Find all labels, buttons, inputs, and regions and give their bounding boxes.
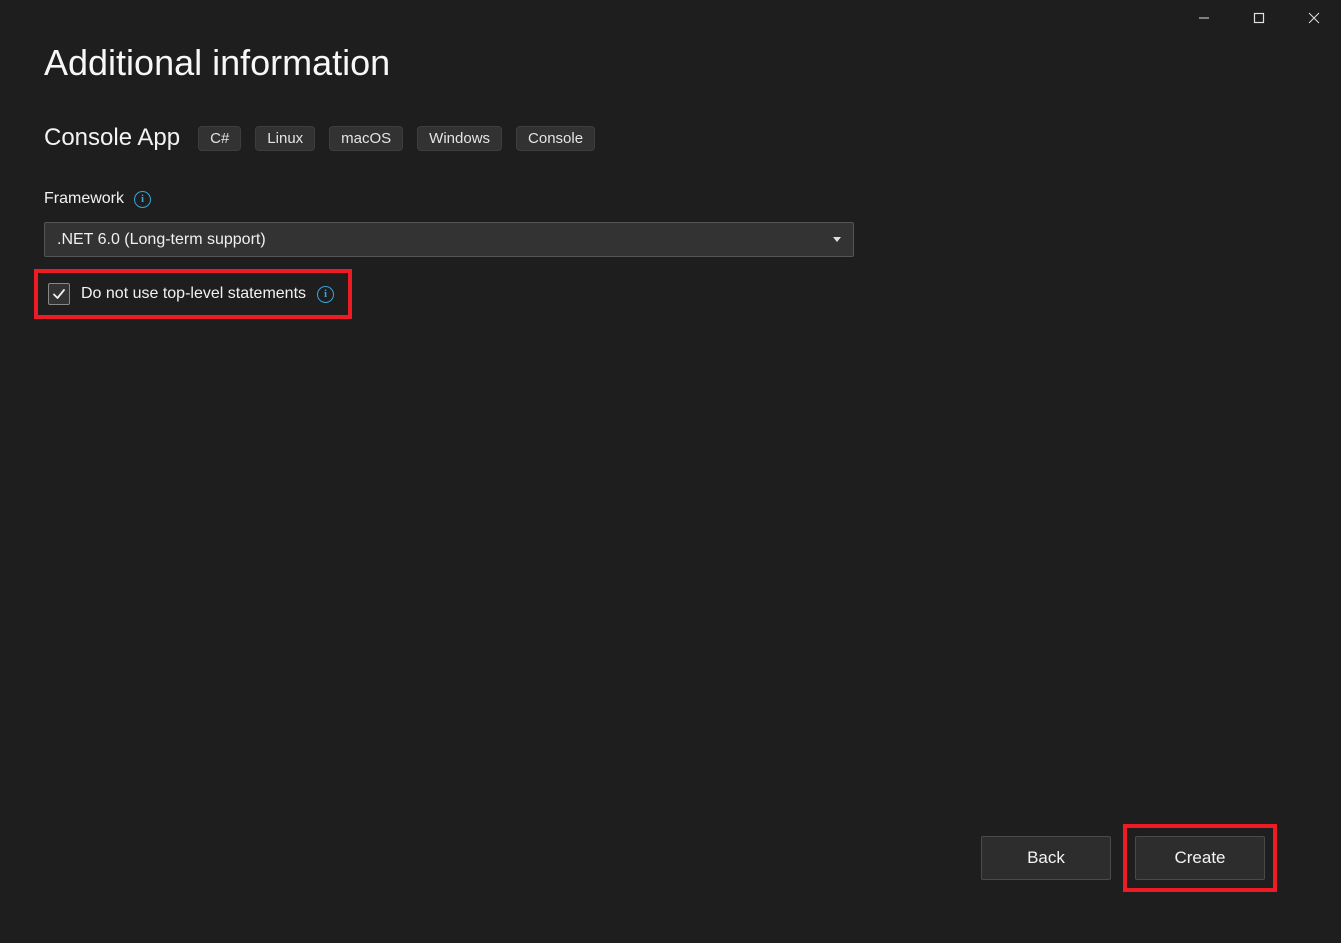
framework-info-icon[interactable] [134,191,151,208]
minimize-button[interactable] [1176,0,1231,36]
toplevel-statements-checkbox[interactable] [48,283,70,305]
tag-console: Console [516,126,595,151]
template-header-row: Console App C# Linux macOS Windows Conso… [44,124,1297,152]
tag-group: C# Linux macOS Windows Console [198,126,595,151]
framework-label: Framework [44,190,124,208]
tag-macos: macOS [329,126,403,151]
create-button[interactable]: Create [1135,836,1265,880]
highlight-annotation-checkbox: Do not use top-level statements [34,269,352,319]
tag-windows: Windows [417,126,502,151]
window-titlebar [1176,0,1341,36]
footer-nav: Back Create [0,823,1341,943]
framework-dropdown[interactable]: .NET 6.0 (Long-term support) [44,222,854,257]
page-title: Additional information [44,42,1297,84]
back-button[interactable]: Back [981,836,1111,880]
framework-selected-value: .NET 6.0 (Long-term support) [57,231,266,249]
highlight-annotation-create: Create [1123,824,1277,892]
tag-linux: Linux [255,126,315,151]
chevron-down-icon [833,237,841,242]
template-name: Console App [44,124,180,152]
tag-language: C# [198,126,241,151]
toplevel-statements-info-icon[interactable] [317,286,334,303]
close-button[interactable] [1286,0,1341,36]
maximize-button[interactable] [1231,0,1286,36]
toplevel-statements-label: Do not use top-level statements [81,285,306,303]
